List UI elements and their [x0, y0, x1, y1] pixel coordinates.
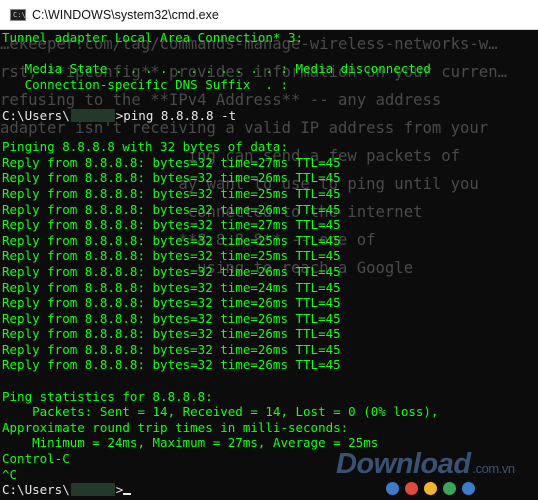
watermark-dot [424, 482, 437, 495]
prompt-command: > [115, 482, 124, 498]
console-line: Reply from 8.8.8.8: bytes=32 time=25ms T… [2, 185, 341, 201]
console-line: Reply from 8.8.8.8: bytes=32 time=26ms T… [2, 326, 341, 342]
console-line: Media State . . . . . . . . . . . : Medi… [2, 61, 431, 77]
prompt-path: C:\Users\ [2, 107, 70, 123]
console-line: Reply from 8.8.8.8: bytes=32 time=25ms T… [2, 232, 341, 248]
redacted-username [70, 483, 115, 497]
watermark-dot [386, 482, 399, 495]
watermark-dot [462, 482, 475, 495]
console-line: Tunnel adapter Local Area Connection* 3: [2, 30, 304, 45]
console-line: Packets: Sent = 14, Received = 14, Lost … [2, 404, 439, 420]
redacted-username [70, 108, 115, 122]
console-line: Reply from 8.8.8.8: bytes=32 time=26ms T… [2, 357, 341, 373]
console-line: Reply from 8.8.8.8: bytes=32 time=26ms T… [2, 341, 341, 357]
console-line: Reply from 8.8.8.8: bytes=32 time=26ms T… [2, 263, 341, 279]
console-line: Reply from 8.8.8.8: bytes=32 time=26ms T… [2, 170, 341, 186]
console-line: Reply from 8.8.8.8: bytes=32 time=27ms T… [2, 217, 341, 233]
console-lines: Tunnel adapter Local Area Connection* 3:… [2, 30, 538, 498]
text-cursor [123, 493, 132, 496]
cmd-window: C:\_ C:\WINDOWS\system32\cmd.exe …ekeepe… [0, 0, 538, 500]
watermark-dots [386, 482, 475, 495]
title-bar[interactable]: C:\_ C:\WINDOWS\system32\cmd.exe [0, 0, 538, 30]
watermark-logo: Download .com.vn [336, 448, 515, 480]
console-line: Approximate round trip times in milli-se… [2, 419, 349, 435]
console-line: Ping statistics for 8.8.8.8: [2, 388, 213, 404]
console-line: Reply from 8.8.8.8: bytes=32 time=25ms T… [2, 248, 341, 264]
watermark-dot [443, 482, 456, 495]
watermark-dot [405, 482, 418, 495]
command-prompt-line: C:\Users\ >ping 8.8.8.8 -t [2, 108, 538, 124]
console-line: Reply from 8.8.8.8: bytes=32 time=26ms T… [2, 201, 341, 217]
console-line: Reply from 8.8.8.8: bytes=32 time=27ms T… [2, 154, 341, 170]
command-prompt-icon: C:\_ [10, 8, 30, 21]
console-output[interactable]: …ekeeper.com/tag/commands-manage-wireles… [0, 30, 538, 500]
console-line: Reply from 8.8.8.8: bytes=32 time=24ms T… [2, 279, 341, 295]
console-line: Reply from 8.8.8.8: bytes=32 time=26ms T… [2, 310, 341, 326]
window-title: C:\WINDOWS\system32\cmd.exe [32, 7, 219, 22]
prompt-path: C:\Users\ [2, 482, 70, 498]
console-line: Pinging 8.8.8.8 with 32 bytes of data: [2, 139, 288, 155]
console-line: Connection-specific DNS Suffix . : [2, 76, 288, 92]
prompt-command: >ping 8.8.8.8 -t [115, 107, 237, 123]
console-line: Reply from 8.8.8.8: bytes=32 time=26ms T… [2, 295, 341, 311]
